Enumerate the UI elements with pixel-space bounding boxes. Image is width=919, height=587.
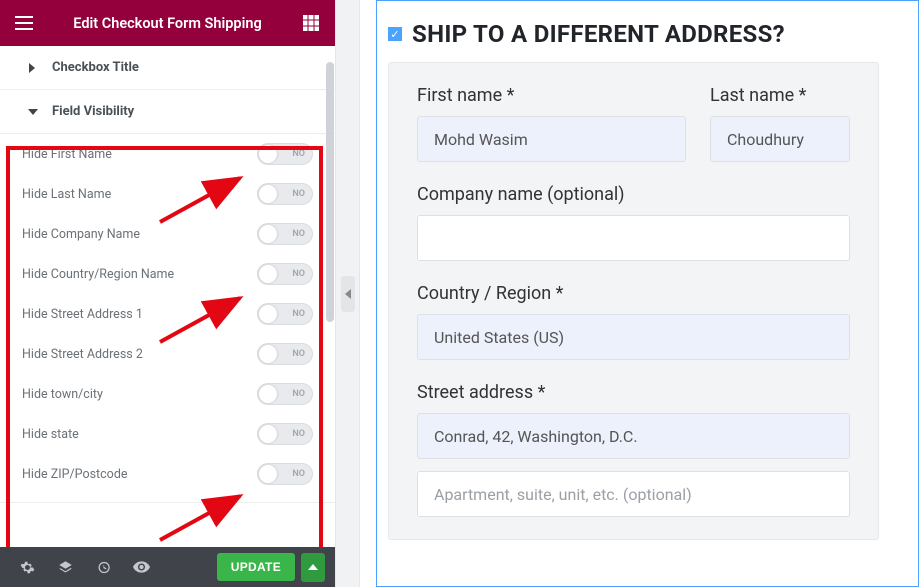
section-checkbox-title[interactable]: Checkbox Title xyxy=(0,46,335,90)
visibility-item: Hide state NO xyxy=(22,414,313,454)
caret-right-icon xyxy=(28,63,38,73)
toggle-hide-last-name[interactable]: NO xyxy=(257,183,313,205)
visibility-label: Hide Street Address 2 xyxy=(22,347,143,362)
toggle-hide-street1[interactable]: NO xyxy=(257,303,313,325)
collapse-bar xyxy=(336,0,360,587)
preview-panel: ✓ SHIP TO A DIFFERENT ADDRESS? First nam… xyxy=(360,0,919,587)
visibility-item: Hide Street Address 1 NO xyxy=(22,294,313,334)
toggle-hide-first-name[interactable]: NO xyxy=(257,143,313,165)
editor-title: Edit Checkout Form Shipping xyxy=(38,15,297,32)
menu-icon[interactable] xyxy=(10,16,38,30)
visibility-item: Hide ZIP/Postcode NO xyxy=(22,454,313,494)
visibility-label: Hide town/city xyxy=(22,387,103,402)
toggle-hide-street2[interactable]: NO xyxy=(257,343,313,365)
apps-icon[interactable] xyxy=(297,15,325,31)
editor-header: Edit Checkout Form Shipping xyxy=(0,0,335,46)
section-label: Field Visibility xyxy=(52,104,134,119)
history-icon[interactable] xyxy=(86,547,120,587)
visibility-item: Hide First Name NO xyxy=(22,134,313,174)
visibility-label: Hide Street Address 1 xyxy=(22,307,143,322)
section-label: Checkbox Title xyxy=(52,60,139,75)
section-field-visibility[interactable]: Field Visibility Hide First Name NO Hide… xyxy=(0,90,335,503)
toggle-hide-town[interactable]: NO xyxy=(257,383,313,405)
update-more-button[interactable] xyxy=(301,553,325,582)
scrollbar[interactable] xyxy=(325,46,335,547)
visibility-label: Hide ZIP/Postcode xyxy=(22,467,128,482)
caret-down-icon xyxy=(28,108,38,116)
visibility-label: Hide Country/Region Name xyxy=(22,267,174,282)
visibility-list: Hide First Name NO Hide Last Name NO Hid… xyxy=(0,134,335,502)
gear-icon[interactable] xyxy=(10,547,44,587)
toggle-hide-country[interactable]: NO xyxy=(257,263,313,285)
visibility-label: Hide Last Name xyxy=(22,187,111,202)
element-selection-outline xyxy=(376,0,919,587)
visibility-item: Hide town/city NO xyxy=(22,374,313,414)
toggle-hide-state[interactable]: NO xyxy=(257,423,313,445)
visibility-label: Hide state xyxy=(22,427,79,442)
preview-icon[interactable] xyxy=(124,547,158,587)
toggle-hide-zip[interactable]: NO xyxy=(257,463,313,485)
visibility-item: Hide Last Name NO xyxy=(22,174,313,214)
editor-footer: UPDATE xyxy=(0,547,335,587)
visibility-item: Hide Country/Region Name NO xyxy=(22,254,313,294)
editor-panel: Edit Checkout Form Shipping Checkbox Tit… xyxy=(0,0,336,587)
layers-icon[interactable] xyxy=(48,547,82,587)
update-button[interactable]: UPDATE xyxy=(217,553,295,581)
visibility-item: Hide Company Name NO xyxy=(22,214,313,254)
collapse-button[interactable] xyxy=(341,276,355,312)
editor-body: Checkbox Title Field Visibility Hide Fir… xyxy=(0,46,335,547)
visibility-item: Hide Street Address 2 NO xyxy=(22,334,313,374)
toggle-hide-company[interactable]: NO xyxy=(257,223,313,245)
visibility-label: Hide First Name xyxy=(22,147,112,162)
visibility-label: Hide Company Name xyxy=(22,227,140,242)
